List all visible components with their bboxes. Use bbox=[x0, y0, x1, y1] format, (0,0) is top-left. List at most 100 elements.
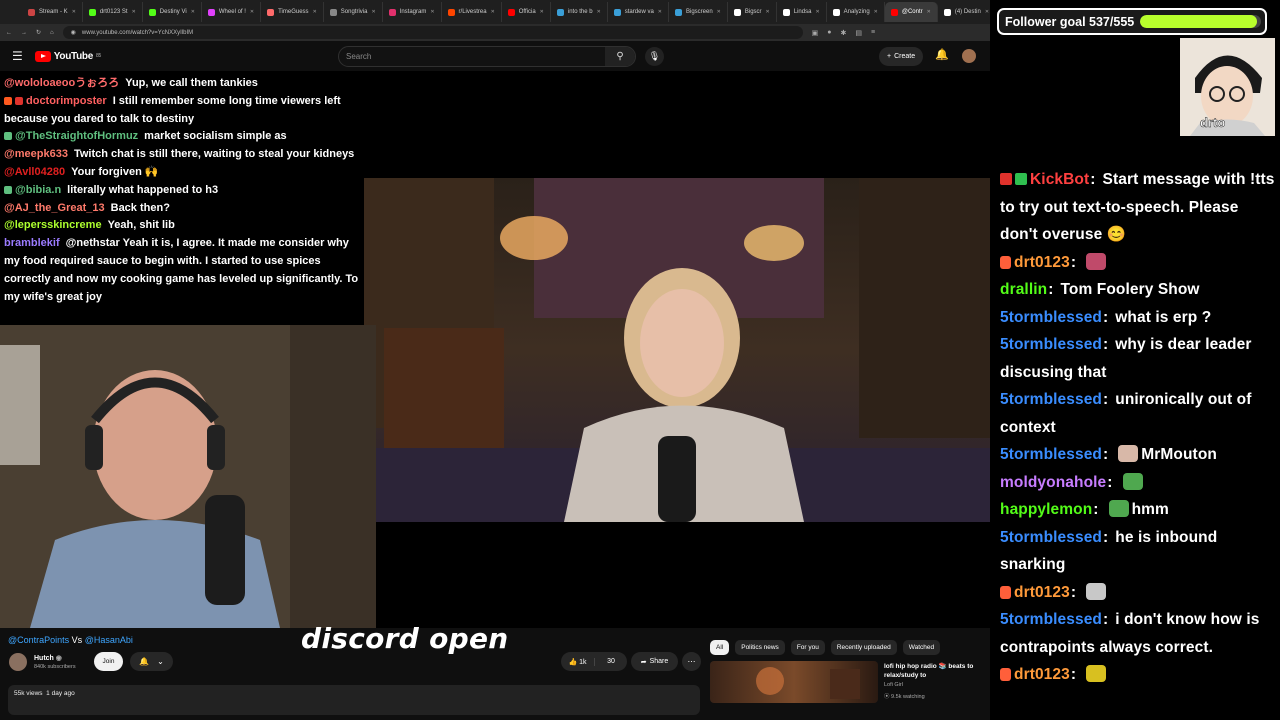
browser-tab-bar: Stream - K ✕ drt0123 St ✕ Destiny Vi ✕ Wheel o… bbox=[0, 0, 990, 24]
twitch-chat-message: drt0123: bbox=[1000, 661, 1280, 689]
join-button[interactable]: Join bbox=[94, 652, 123, 671]
search-input[interactable]: Search ⚲ bbox=[338, 46, 636, 67]
chat-badge-icon bbox=[4, 132, 12, 141]
account-avatar[interactable] bbox=[962, 49, 976, 63]
filter-chip[interactable]: All bbox=[710, 640, 730, 655]
youtube-logo[interactable]: YouTube 85 bbox=[34, 50, 101, 62]
webcam-scene bbox=[0, 325, 376, 628]
create-button[interactable]: + Create bbox=[879, 47, 924, 66]
title-link-contrapoints[interactable]: @ContraPoints bbox=[8, 635, 69, 645]
browser-tab[interactable]: Officia ✕ bbox=[502, 2, 551, 22]
extension-icon[interactable]: ▣ bbox=[812, 29, 819, 37]
site-info-icon[interactable]: ◉ bbox=[71, 29, 76, 36]
video-title: @ContraPoints Vs @HasanAbi bbox=[8, 635, 133, 645]
browser-tab[interactable]: Lindsa ✕ bbox=[777, 2, 827, 22]
username-separator: : bbox=[1103, 446, 1109, 463]
tab-close-icon[interactable]: ✕ bbox=[717, 9, 721, 15]
filter-chip[interactable]: Watched bbox=[902, 640, 941, 655]
dislike-button[interactable]: 30 bbox=[595, 658, 627, 665]
twitch-chat-text: what is erp ? bbox=[1115, 308, 1212, 326]
browser-tab[interactable]: Stream - K ✕ bbox=[22, 2, 83, 22]
tab-favicon-icon bbox=[943, 8, 951, 16]
chat-badge-icon bbox=[15, 96, 23, 105]
chat-username: @bibia.n bbox=[15, 183, 62, 196]
extension-icon[interactable]: ● bbox=[827, 29, 831, 37]
recommended-thumbnail[interactable] bbox=[710, 661, 878, 703]
more-actions-icon[interactable]: ⋯ bbox=[682, 652, 701, 671]
tab-close-icon[interactable]: ✕ bbox=[313, 9, 317, 15]
tab-favicon-icon bbox=[733, 8, 741, 16]
filter-chip[interactable]: For you bbox=[790, 640, 825, 655]
recommended-video[interactable]: lofi hip hop radio 📚 beats to relax/stud… bbox=[710, 661, 990, 703]
twitch-chat-text: hmm bbox=[1131, 501, 1169, 518]
streamer-avatar: drto bbox=[1180, 38, 1275, 136]
browser-tab[interactable]: Bigscr ✕ bbox=[728, 2, 777, 22]
title-link-hasanabi[interactable]: @HasanAbi bbox=[85, 635, 133, 645]
menu-icon[interactable]: ≡ bbox=[871, 29, 875, 37]
notifications-icon[interactable]: 🔔 bbox=[935, 48, 949, 61]
filter-chip[interactable]: Politics news bbox=[735, 640, 785, 655]
tab-close-icon[interactable]: ✕ bbox=[72, 9, 76, 15]
browser-tab[interactable]: TimeGuess ✕ bbox=[261, 2, 324, 22]
twitch-chat: KickBot: Start message with !tts to try o… bbox=[1000, 166, 1280, 689]
filter-chip[interactable]: Recently uploaded bbox=[830, 640, 897, 655]
share-label: Share bbox=[649, 658, 669, 665]
tab-close-icon[interactable]: ✕ bbox=[430, 9, 434, 15]
sidebar-icon[interactable]: ▤ bbox=[855, 29, 862, 37]
channel-subscribers: 840k subscribers bbox=[34, 664, 76, 670]
tab-label: Stream - K bbox=[39, 9, 68, 15]
home-icon[interactable]: ⌂ bbox=[50, 30, 54, 36]
browser-tab[interactable]: stardew va ✕ bbox=[608, 2, 669, 22]
channel-name[interactable]: Hutch ◉ bbox=[34, 654, 62, 662]
search-icon[interactable]: ⚲ bbox=[605, 47, 635, 66]
like-button[interactable]: 👍 1k bbox=[561, 657, 595, 666]
chat-emote-icon bbox=[1086, 582, 1107, 600]
share-button[interactable]: ➦ Share bbox=[631, 652, 678, 671]
browser-tab[interactable]: Bigscreen ✕ bbox=[669, 2, 728, 22]
tab-close-icon[interactable]: ✕ bbox=[766, 9, 770, 15]
recommended-channel[interactable]: Lofi Girl bbox=[884, 682, 903, 688]
tab-close-icon[interactable]: ✕ bbox=[658, 9, 662, 15]
main-video[interactable] bbox=[364, 178, 990, 522]
tab-close-icon[interactable]: ✕ bbox=[985, 9, 989, 15]
recommended-title[interactable]: lofi hip hop radio 📚 beats to relax/stud… bbox=[884, 662, 988, 680]
forward-icon[interactable]: → bbox=[21, 30, 27, 36]
url-field[interactable]: ◉ www.youtube.com/watch?v=YcNXXyIlbIM bbox=[62, 26, 803, 39]
description-box[interactable]: 55k views 1 day ago bbox=[8, 685, 700, 715]
tab-close-icon[interactable]: ✕ bbox=[371, 9, 375, 15]
reload-icon[interactable]: ↻ bbox=[36, 29, 41, 36]
browser-tab[interactable]: Analyzing ✕ bbox=[827, 2, 885, 22]
subscription-bell-button[interactable]: 🔔 ⌄ bbox=[130, 652, 173, 671]
chat-text: Twitch chat is still there, waiting to s… bbox=[73, 148, 355, 161]
back-icon[interactable]: ← bbox=[6, 30, 12, 36]
browser-tab[interactable]: drt0123 St ✕ bbox=[83, 2, 143, 22]
browser-tab[interactable]: (4) Destin ✕ bbox=[938, 2, 990, 22]
tab-close-icon[interactable]: ✕ bbox=[540, 9, 544, 15]
tab-close-icon[interactable]: ✕ bbox=[815, 9, 819, 15]
browser-tab[interactable]: Destiny Vi ✕ bbox=[143, 2, 202, 22]
chat-username: @wololoaeooうぉろろ bbox=[4, 77, 120, 89]
hamburger-menu-icon[interactable]: ☰ bbox=[12, 49, 23, 63]
browser-tab[interactable]: into the b ✕ bbox=[551, 2, 608, 22]
tab-close-icon[interactable]: ✕ bbox=[250, 9, 254, 15]
tab-favicon-icon bbox=[267, 8, 275, 16]
browser-tab[interactable]: Instagram ✕ bbox=[383, 2, 442, 22]
tab-close-icon[interactable]: ✕ bbox=[491, 9, 495, 15]
browser-tab[interactable]: @Contr ✕ bbox=[884, 2, 938, 22]
puzzle-icon[interactable]: ✱ bbox=[841, 29, 847, 37]
twitch-username: 5tormblessed bbox=[1000, 611, 1102, 628]
follower-goal-widget: Follower goal 537/555 bbox=[997, 8, 1267, 35]
tab-strip: Stream - K ✕ drt0123 St ✕ Destiny Vi ✕ Wheel o… bbox=[22, 2, 990, 22]
person-face bbox=[640, 289, 724, 397]
tab-close-icon[interactable]: ✕ bbox=[597, 9, 601, 15]
browser-tab[interactable]: Songtrivia ✕ bbox=[324, 2, 383, 22]
tab-close-icon[interactable]: ✕ bbox=[927, 9, 931, 15]
tab-close-icon[interactable]: ✕ bbox=[191, 9, 195, 15]
tab-label: Destiny Vi bbox=[159, 9, 187, 15]
channel-avatar[interactable] bbox=[9, 653, 27, 671]
tab-close-icon[interactable]: ✕ bbox=[874, 9, 878, 15]
browser-tab[interactable]: r/Livestrea ✕ bbox=[442, 2, 502, 22]
browser-tab[interactable]: Wheel of ! ✕ bbox=[202, 2, 262, 22]
voice-search-icon[interactable]: 🎙 bbox=[645, 47, 664, 66]
tab-close-icon[interactable]: ✕ bbox=[132, 9, 136, 15]
